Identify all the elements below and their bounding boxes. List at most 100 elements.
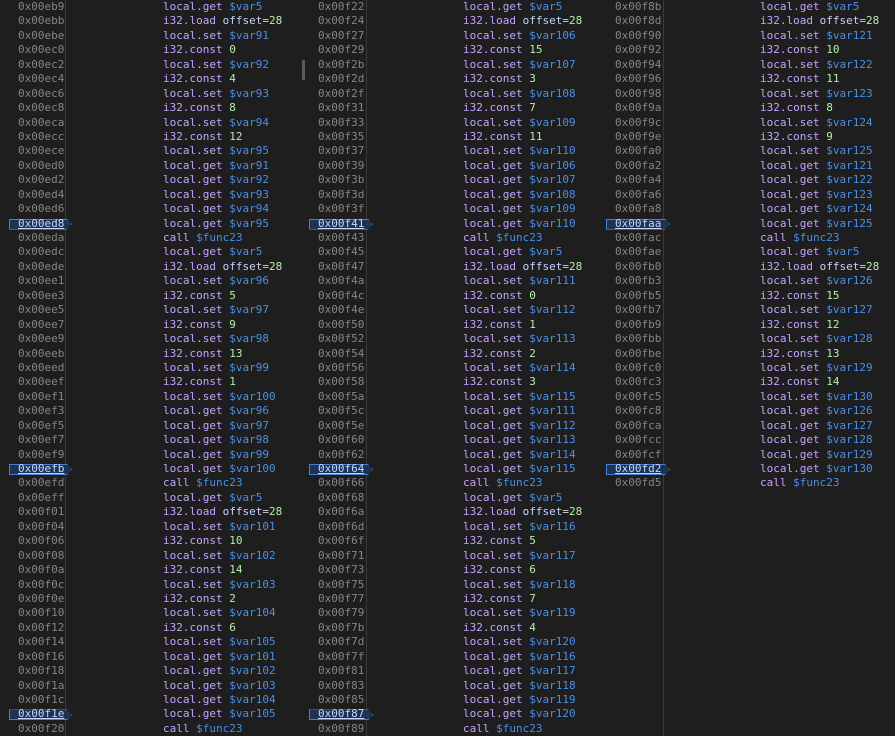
address-line[interactable]: 0x00ede (9, 260, 65, 274)
address-line[interactable]: 0x00ee9 (9, 332, 65, 346)
instruction-line[interactable]: local.get $var109 (463, 202, 582, 216)
address-line[interactable]: 0x00f4e (309, 303, 366, 317)
instruction-line[interactable]: i32.const 10 (163, 534, 282, 548)
address-line[interactable]: 0x00fa8 (606, 202, 663, 216)
address-line[interactable]: 0x00f22 (309, 0, 366, 14)
address-line[interactable]: 0x00f06 (9, 534, 65, 548)
address-line[interactable]: 0x00f62 (309, 448, 366, 462)
instruction-line[interactable]: i32.load offset=28 (760, 260, 879, 274)
address-line[interactable]: 0x00f60 (309, 433, 366, 447)
address-line[interactable]: 0x00ee7 (9, 318, 65, 332)
instruction-line[interactable]: local.set $var114 (463, 361, 582, 375)
instruction-line[interactable]: local.set $var103 (163, 578, 282, 592)
address-line[interactable]: 0x00ef1 (9, 390, 65, 404)
address-line[interactable]: 0x00fae (606, 245, 663, 259)
instruction-line[interactable]: local.get $var96 (163, 404, 282, 418)
address-line[interactable]: 0x00f4c (309, 289, 366, 303)
breakpoint-address[interactable]: 0x00faa (606, 217, 663, 231)
address-line[interactable]: 0x00fb7 (606, 303, 663, 317)
instruction-line[interactable]: i32.const 8 (163, 101, 282, 115)
address-line[interactable]: 0x00fc0 (606, 361, 663, 375)
address-line[interactable]: 0x00f73 (309, 563, 366, 577)
address-line[interactable]: 0x00f0a (9, 563, 65, 577)
instruction-line[interactable]: i32.const 4 (163, 72, 282, 86)
address-line[interactable]: 0x00ed2 (9, 173, 65, 187)
instruction-line[interactable]: i32.const 6 (463, 563, 582, 577)
address-line[interactable]: 0x00ec2 (9, 58, 65, 72)
instruction-line[interactable]: i32.const 13 (760, 347, 879, 361)
address-line[interactable]: 0x00fc8 (606, 404, 663, 418)
address-line[interactable]: 0x00fd5 (606, 476, 663, 490)
breakpoint-address[interactable]: 0x00f87 (309, 707, 366, 721)
instruction-line[interactable]: local.get $var119 (463, 693, 582, 707)
instruction-line[interactable]: local.get $var126 (760, 404, 879, 418)
instruction-line[interactable]: i32.load offset=28 (463, 260, 582, 274)
address-line[interactable]: 0x00f5e (309, 419, 366, 433)
instruction-line[interactable]: local.set $var120 (463, 635, 582, 649)
address-line[interactable]: 0x00f01 (9, 505, 65, 519)
address-line[interactable]: 0x00f71 (309, 549, 366, 563)
instruction-line[interactable]: local.set $var98 (163, 332, 282, 346)
instruction-line[interactable]: i32.const 13 (163, 347, 282, 361)
instruction-line[interactable]: local.get $var110 (463, 217, 582, 231)
instruction-line[interactable]: local.set $var96 (163, 274, 282, 288)
address-line[interactable]: 0x00fa2 (606, 159, 663, 173)
address-line[interactable]: 0x00f6a (309, 505, 366, 519)
instruction-line[interactable]: local.get $var114 (463, 448, 582, 462)
instruction-line[interactable]: local.set $var106 (463, 29, 582, 43)
instruction-line[interactable]: local.get $var111 (463, 404, 582, 418)
address-line[interactable]: 0x00fcf (606, 448, 663, 462)
instruction-line[interactable]: i32.const 2 (163, 592, 282, 606)
instruction-line[interactable]: local.get $var103 (163, 679, 282, 693)
address-line[interactable]: 0x00f8d (606, 14, 663, 28)
instruction-line[interactable]: local.set $var108 (463, 87, 582, 101)
instruction-line[interactable]: local.get $var130 (760, 462, 879, 476)
instruction-line[interactable]: local.get $var5 (463, 491, 582, 505)
instruction-line[interactable]: local.get $var125 (760, 217, 879, 231)
instruction-line[interactable]: i32.const 5 (463, 534, 582, 548)
instruction-line[interactable]: local.get $var123 (760, 188, 879, 202)
instruction-line[interactable]: local.set $var118 (463, 578, 582, 592)
instruction-line[interactable]: local.get $var128 (760, 433, 879, 447)
instruction-line[interactable]: local.get $var121 (760, 159, 879, 173)
instruction-line[interactable]: i32.const 7 (463, 592, 582, 606)
address-line[interactable]: 0x00fca (606, 419, 663, 433)
address-line[interactable]: 0x00eb9 (9, 0, 65, 14)
address-line[interactable]: 0x00f3f (309, 202, 366, 216)
instruction-line[interactable]: local.get $var116 (463, 650, 582, 664)
address-line[interactable]: 0x00f7f (309, 650, 366, 664)
instruction-line[interactable]: i32.load offset=28 (463, 505, 582, 519)
instruction-line[interactable]: local.set $var110 (463, 144, 582, 158)
breakpoint-address[interactable]: 0x00efb (9, 462, 65, 476)
instruction-line[interactable]: local.set $var115 (463, 390, 582, 404)
instruction-line[interactable]: local.get $var5 (463, 0, 582, 14)
address-line[interactable]: 0x00f77 (309, 592, 366, 606)
address-line[interactable]: 0x00f24 (309, 14, 366, 28)
instruction-line[interactable]: i32.const 12 (760, 318, 879, 332)
instruction-line[interactable]: local.set $var100 (163, 390, 282, 404)
address-line[interactable]: 0x00fb0 (606, 260, 663, 274)
address-line[interactable]: 0x00eef (9, 375, 65, 389)
address-line[interactable]: 0x00f98 (606, 87, 663, 101)
instruction-line[interactable]: local.get $var122 (760, 173, 879, 187)
address-line[interactable]: 0x00ec6 (9, 87, 65, 101)
instruction-line[interactable]: i32.const 11 (760, 72, 879, 86)
instruction-line[interactable]: local.set $var119 (463, 606, 582, 620)
instruction-line[interactable]: local.get $var107 (463, 173, 582, 187)
address-line[interactable]: 0x00f3b (309, 173, 366, 187)
address-line[interactable]: 0x00f5c (309, 404, 366, 418)
address-line[interactable]: 0x00f45 (309, 245, 366, 259)
instruction-line[interactable]: local.get $var120 (463, 707, 582, 721)
address-line[interactable]: 0x00f2f (309, 87, 366, 101)
address-line[interactable]: 0x00f83 (309, 679, 366, 693)
instruction-line[interactable]: local.set $var116 (463, 520, 582, 534)
address-line[interactable]: 0x00ecc (9, 130, 65, 144)
instruction-line[interactable]: call $func23 (163, 722, 282, 736)
address-line[interactable]: 0x00ee3 (9, 289, 65, 303)
instruction-line[interactable]: i32.const 14 (760, 375, 879, 389)
instruction-line[interactable]: local.get $var93 (163, 188, 282, 202)
address-line[interactable]: 0x00eca (9, 116, 65, 130)
instruction-line[interactable]: local.get $var106 (463, 159, 582, 173)
instruction-line[interactable]: i32.const 1 (163, 375, 282, 389)
address-line[interactable]: 0x00fb3 (606, 274, 663, 288)
